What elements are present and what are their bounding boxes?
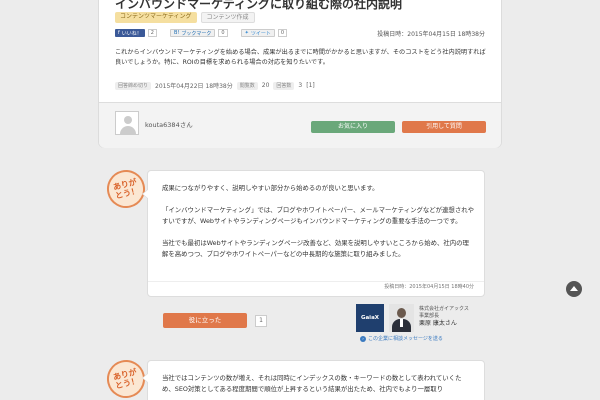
favorite-button[interactable]: お気に入り — [311, 121, 395, 133]
facebook-icon: f — [118, 30, 120, 36]
avatar-placeholder-body — [120, 126, 136, 134]
avatar-placeholder-icon — [124, 116, 132, 124]
social-share-bar: f いいね！ 2 B! ブックマーク 0 ✦ ツイート 0 — [115, 29, 297, 37]
contact-link-label: この企業に相談メッセージを送る — [368, 336, 443, 342]
author-name: kouta6384 — [145, 121, 180, 129]
answerer-suffix: さん — [444, 320, 457, 327]
answer-card: 当社ではコンテンツの数が増え、それは同時にインデックスの数・キーワードの数として… — [142, 360, 485, 400]
question-body: これからインバウンドマーケティングを始める場合、成果が出るまでに時間がかかると思… — [115, 49, 486, 66]
answer-paragraph: 成果につながりやすく、説明しやすい部分から始めるのが良いと思います。 — [162, 184, 379, 192]
answers-value: 3 — [298, 82, 303, 89]
question-card: インバウンドマーケティングに取り組む際の社内説明 コンテンツマーケティング コン… — [98, 0, 502, 148]
answerer-name[interactable]: 栗原 康太 — [419, 320, 445, 327]
contact-company-link[interactable]: › この企業に相談メッセージを送る — [360, 335, 443, 342]
answerer-photo[interactable] — [389, 304, 414, 332]
answer-body: 当社ではコンテンツの数が増え、それは同時にインデックスの数・キーワードの数として… — [162, 374, 462, 393]
avatar[interactable] — [115, 111, 139, 135]
company-info: 株式会社ガイアックス 事業部長 栗原 康太さん — [419, 306, 469, 327]
deadline-value: 2015年04月22日 18時38分 — [155, 83, 233, 90]
question-author[interactable]: kouta6384さん — [145, 119, 193, 129]
helpful-button[interactable]: 役に立った — [163, 313, 247, 328]
answers-extra: [1] — [306, 82, 315, 89]
photo-head — [397, 308, 406, 318]
helpful-count: 1 — [255, 315, 267, 327]
hatena-icon: B! — [173, 30, 180, 36]
thanks-badge-text: ありがとう！ — [112, 177, 140, 201]
twitter-icon: ✦ — [244, 30, 249, 36]
thanks-badge-text: ありがとう！ — [112, 367, 140, 391]
company-logo[interactable]: GaiaX — [356, 304, 384, 332]
quote-question-button[interactable]: 引用して質問 — [402, 121, 486, 133]
facebook-count: 2 — [147, 29, 157, 37]
tweet-count: 0 — [277, 29, 288, 37]
arrow-right-icon: › — [360, 335, 366, 342]
question-header: インバウンドマーケティングに取り組む際の社内説明 コンテンツマーケティング コン… — [99, 0, 501, 107]
views-value: 20 — [261, 82, 270, 89]
author-suffix: さん — [179, 121, 193, 129]
answer-body: 成果につながりやすく、説明しやすい部分から始めるのが良いと思います。 「インバウ… — [162, 183, 474, 271]
tag-content-marketing[interactable]: コンテンツマーケティング — [115, 12, 197, 23]
question-title: インバウンドマーケティングに取り組む際の社内説明 — [115, 0, 403, 11]
answers-label: 回答数 — [273, 81, 295, 90]
answer-paragraph: 当社でも最初はWebサイトやランディングページ改善など、効果を説明しやすいところ… — [162, 239, 469, 258]
scroll-to-top-button[interactable] — [566, 281, 582, 297]
hatena-bookmark-button[interactable]: B! ブックマーク — [169, 29, 216, 37]
photo-collar — [400, 319, 403, 327]
views-label: 閲覧数 — [236, 81, 258, 90]
tweet-button[interactable]: ✦ ツイート — [240, 29, 275, 37]
question-footer: kouta6384さん お気に入り 引用して質問 — [99, 102, 501, 148]
answer-date: 投稿日時：2015年04月15日 18時40分 — [384, 284, 474, 290]
answer-paragraph: 「インバウンドマーケティング」では、ブログやホワイトペーパー、メールマーケティン… — [162, 206, 474, 225]
question-meta: 回答締め切り 2015年04月22日 18時38分 閲覧数 20 回答数 3 [… — [115, 81, 315, 90]
answer-card: 成果につながりやすく、説明しやすい部分から始めるのが良いと思います。 「インバウ… — [142, 170, 485, 297]
question-posted-date: 投稿日時：2015年04月15日 18時38分 — [377, 31, 485, 38]
deadline-label: 回答締め切り — [115, 81, 152, 90]
divider — [148, 281, 484, 282]
company-dept: 事業部長 — [419, 313, 440, 319]
facebook-like-button[interactable]: f いいね！ — [115, 29, 145, 37]
hatena-count: 0 — [218, 29, 228, 37]
tag-content-creation[interactable]: コンテンツ作成 — [200, 12, 255, 23]
tag-list: コンテンツマーケティング コンテンツ作成 — [115, 12, 255, 23]
company-name[interactable]: 株式会社ガイアックス — [419, 306, 469, 313]
